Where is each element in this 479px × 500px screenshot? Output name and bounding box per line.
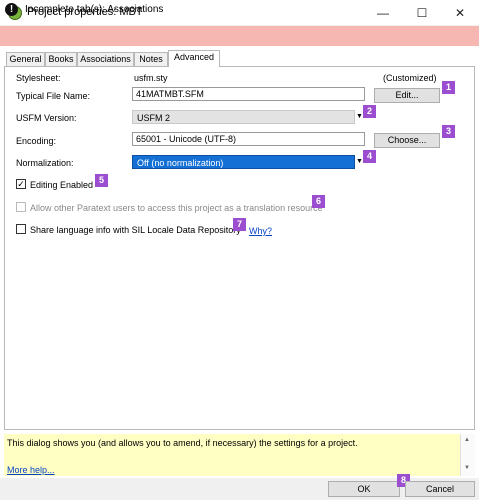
tab-associations[interactable]: Associations — [77, 52, 134, 66]
warning-icon: ! — [5, 3, 18, 16]
typical-file-name-label: Typical File Name: — [16, 91, 91, 101]
annotation-badge-2: 2 — [363, 105, 376, 118]
normalization-label: Normalization: — [16, 158, 74, 168]
annotation-badge-6: 6 — [312, 195, 325, 208]
usfm-version-dropdown-icon[interactable]: ▼ — [356, 113, 363, 120]
minimize-icon[interactable]: — — [364, 0, 402, 26]
stylesheet-value: usfm.sty — [134, 73, 168, 83]
warning-bar — [0, 26, 479, 46]
tab-advanced[interactable]: Advanced — [168, 50, 220, 67]
typical-file-name-field[interactable]: 41MATMBT.SFM — [132, 87, 365, 101]
customized-label: (Customized) — [383, 73, 437, 83]
annotation-badge-5: 5 — [95, 174, 108, 187]
help-scrollbar[interactable]: ▲ ▼ — [460, 434, 475, 476]
more-help-link[interactable]: More help... — [7, 465, 55, 475]
ok-button[interactable]: OK — [328, 481, 400, 497]
scroll-down-icon[interactable]: ▼ — [464, 465, 470, 471]
editing-enabled-checkbox[interactable]: ✓ — [16, 179, 26, 189]
close-icon[interactable]: ✕ — [441, 0, 479, 26]
annotation-badge-1: 1 — [442, 81, 455, 94]
tab-notes[interactable]: Notes — [134, 52, 168, 66]
allow-others-label: Allow other Paratext users to access thi… — [30, 203, 323, 213]
normalization-dropdown-icon[interactable]: ▼ — [356, 158, 363, 165]
warning-text: Incomplete tab(s): Associations — [25, 4, 164, 15]
choose-button[interactable]: Choose... — [374, 133, 440, 148]
allow-others-checkbox[interactable] — [16, 202, 26, 212]
usfm-version-select[interactable]: USFM 2 — [132, 110, 355, 124]
annotation-badge-7: 7 — [233, 218, 246, 231]
annotation-badge-3: 3 — [442, 125, 455, 138]
tab-books[interactable]: Books — [45, 52, 77, 66]
scroll-up-icon[interactable]: ▲ — [464, 437, 470, 443]
annotation-badge-4: 4 — [363, 150, 376, 163]
editing-enabled-label: Editing Enabled — [30, 180, 94, 190]
normalization-select[interactable]: Off (no normalization) — [132, 155, 355, 169]
edit-button[interactable]: Edit... — [374, 88, 440, 103]
maximize-icon[interactable]: ☐ — [403, 0, 441, 26]
stylesheet-label: Stylesheet: — [16, 73, 61, 83]
help-text: This dialog shows you (and allows you to… — [7, 438, 358, 448]
cancel-button[interactable]: Cancel — [405, 481, 475, 497]
tab-general[interactable]: General — [6, 52, 45, 66]
encoding-label: Encoding: — [16, 136, 57, 146]
encoding-field: 65001 - Unicode (UTF-8) — [132, 132, 365, 146]
why-link[interactable]: Why? — [249, 226, 272, 236]
usfm-version-label: USFM Version: — [16, 113, 77, 123]
share-language-checkbox[interactable] — [16, 224, 26, 234]
share-language-label: Share language info with SIL Locale Data… — [30, 225, 241, 235]
